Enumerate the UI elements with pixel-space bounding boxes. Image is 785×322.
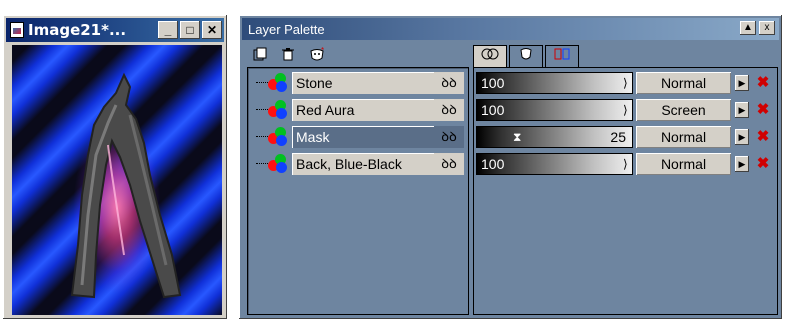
blend-dropdown-arrow-icon[interactable]: ▶ [735,156,749,172]
new-layer-icon[interactable] [253,47,267,61]
slider-marker-icon: ⟩ [623,157,628,171]
palette-title: Layer Palette [248,21,325,37]
image-titlebar[interactable]: Image21*... _ □ ✕ [6,18,224,42]
layer-toolbar: * [253,46,324,61]
opacity-value: 100 [481,156,505,172]
opacity-slider[interactable]: 100 ⟩ [476,99,633,121]
opacity-value: 100 [481,75,505,91]
tab-links[interactable] [545,45,579,68]
blend-dropdown-arrow-icon[interactable]: ▶ [735,102,749,118]
slider-marker-icon: ⟩ [623,103,628,117]
layer-row-back-blue-black[interactable]: Back, Blue-Black ꝺꝺ [256,151,464,177]
layer-properties-list: 100 ⟩ Normal ▶ ✖ 100 ⟩ Screen ▶ ✖ ⧗ 25 N… [473,67,778,315]
mask-icon[interactable]: * [309,46,324,61]
layer-name[interactable]: Mask [292,126,436,148]
layer-list-pane: * Stone ꝺꝺ Red Aura ꝺꝺ Mask ꝺꝺ Back, Blu… [247,43,469,315]
layer-link-icon[interactable]: ✖ [753,74,773,92]
opacity-value: 25 [610,129,626,145]
raster-layer-icon [268,154,288,174]
image-window-title: Image21*... [28,21,127,39]
layer-link-icon[interactable]: ✖ [753,155,773,173]
mask-tab-icon [520,48,532,60]
palette-collapse-button[interactable]: ▲ [740,21,756,35]
property-row-stone: 100 ⟩ Normal ▶ ✖ [474,70,779,96]
links-tab-icon [554,48,570,60]
layer-tab-icon [481,48,499,60]
opacity-slider[interactable]: 100 ⟩ [476,72,633,94]
layers-list: Stone ꝺꝺ Red Aura ꝺꝺ Mask ꝺꝺ Back, Blue-… [247,67,469,315]
visibility-toggle-icon[interactable]: ꝺꝺ [434,72,464,94]
property-row-red-aura: 100 ⟩ Screen ▶ ✖ [474,97,779,123]
maximize-button[interactable]: □ [180,21,200,39]
image-document-icon [10,22,24,38]
visibility-toggle-icon[interactable]: ꝺꝺ [434,99,464,121]
svg-text:*: * [321,47,324,55]
property-row-back-blue-black: 100 ⟩ Normal ▶ ✖ [474,151,779,177]
blend-dropdown-arrow-icon[interactable]: ▶ [735,129,749,145]
tab-layer[interactable] [473,45,507,68]
slider-marker-icon: ⟩ [623,76,628,90]
palette-close-button[interactable]: x [759,21,775,35]
slider-marker-icon: ⧗ [513,130,522,144]
layer-row-red-aura[interactable]: Red Aura ꝺꝺ [256,97,464,123]
layer-name[interactable]: Red Aura [292,99,436,121]
visibility-toggle-icon[interactable]: ꝺꝺ [434,126,464,148]
visibility-toggle-icon[interactable]: ꝺꝺ [434,153,464,175]
image-window: Image21*... _ □ ✕ [2,14,228,320]
layer-properties-pane: 100 ⟩ Normal ▶ ✖ 100 ⟩ Screen ▶ ✖ ⧗ 25 N… [473,43,778,315]
layer-name[interactable]: Back, Blue-Black [292,153,436,175]
layer-link-icon[interactable]: ✖ [753,101,773,119]
layer-row-mask[interactable]: Mask ꝺꝺ [256,124,464,150]
layer-palette-window: Layer Palette ▲ x * Stone ꝺꝺ Red Aura ꝺꝺ… [238,14,783,320]
opacity-value: 100 [481,102,505,118]
delete-layer-icon[interactable] [281,47,295,61]
close-button[interactable]: ✕ [202,21,222,39]
opacity-slider[interactable]: ⧗ 25 [476,126,633,148]
layer-row-stone[interactable]: Stone ꝺꝺ [256,70,464,96]
minimize-button[interactable]: _ [158,21,178,39]
image-canvas[interactable] [12,45,222,315]
palette-titlebar[interactable]: Layer Palette ▲ x [242,18,779,40]
raster-layer-icon [268,100,288,120]
opacity-slider[interactable]: 100 ⟩ [476,153,633,175]
raster-layer-icon [268,127,288,147]
blend-mode-select[interactable]: Normal [636,153,731,175]
layer-name[interactable]: Stone [292,72,436,94]
blend-mode-select[interactable]: Normal [636,126,731,148]
layer-link-icon[interactable]: ✖ [753,128,773,146]
raster-layer-icon [268,73,288,93]
blend-mode-select[interactable]: Screen [636,99,731,121]
blend-dropdown-arrow-icon[interactable]: ▶ [735,75,749,91]
tab-mask[interactable] [509,45,543,68]
blend-mode-select[interactable]: Normal [636,72,731,94]
property-tabs [473,45,581,68]
stone-arch-artwork [70,72,182,299]
property-row-mask: ⧗ 25 Normal ▶ ✖ [474,124,779,150]
